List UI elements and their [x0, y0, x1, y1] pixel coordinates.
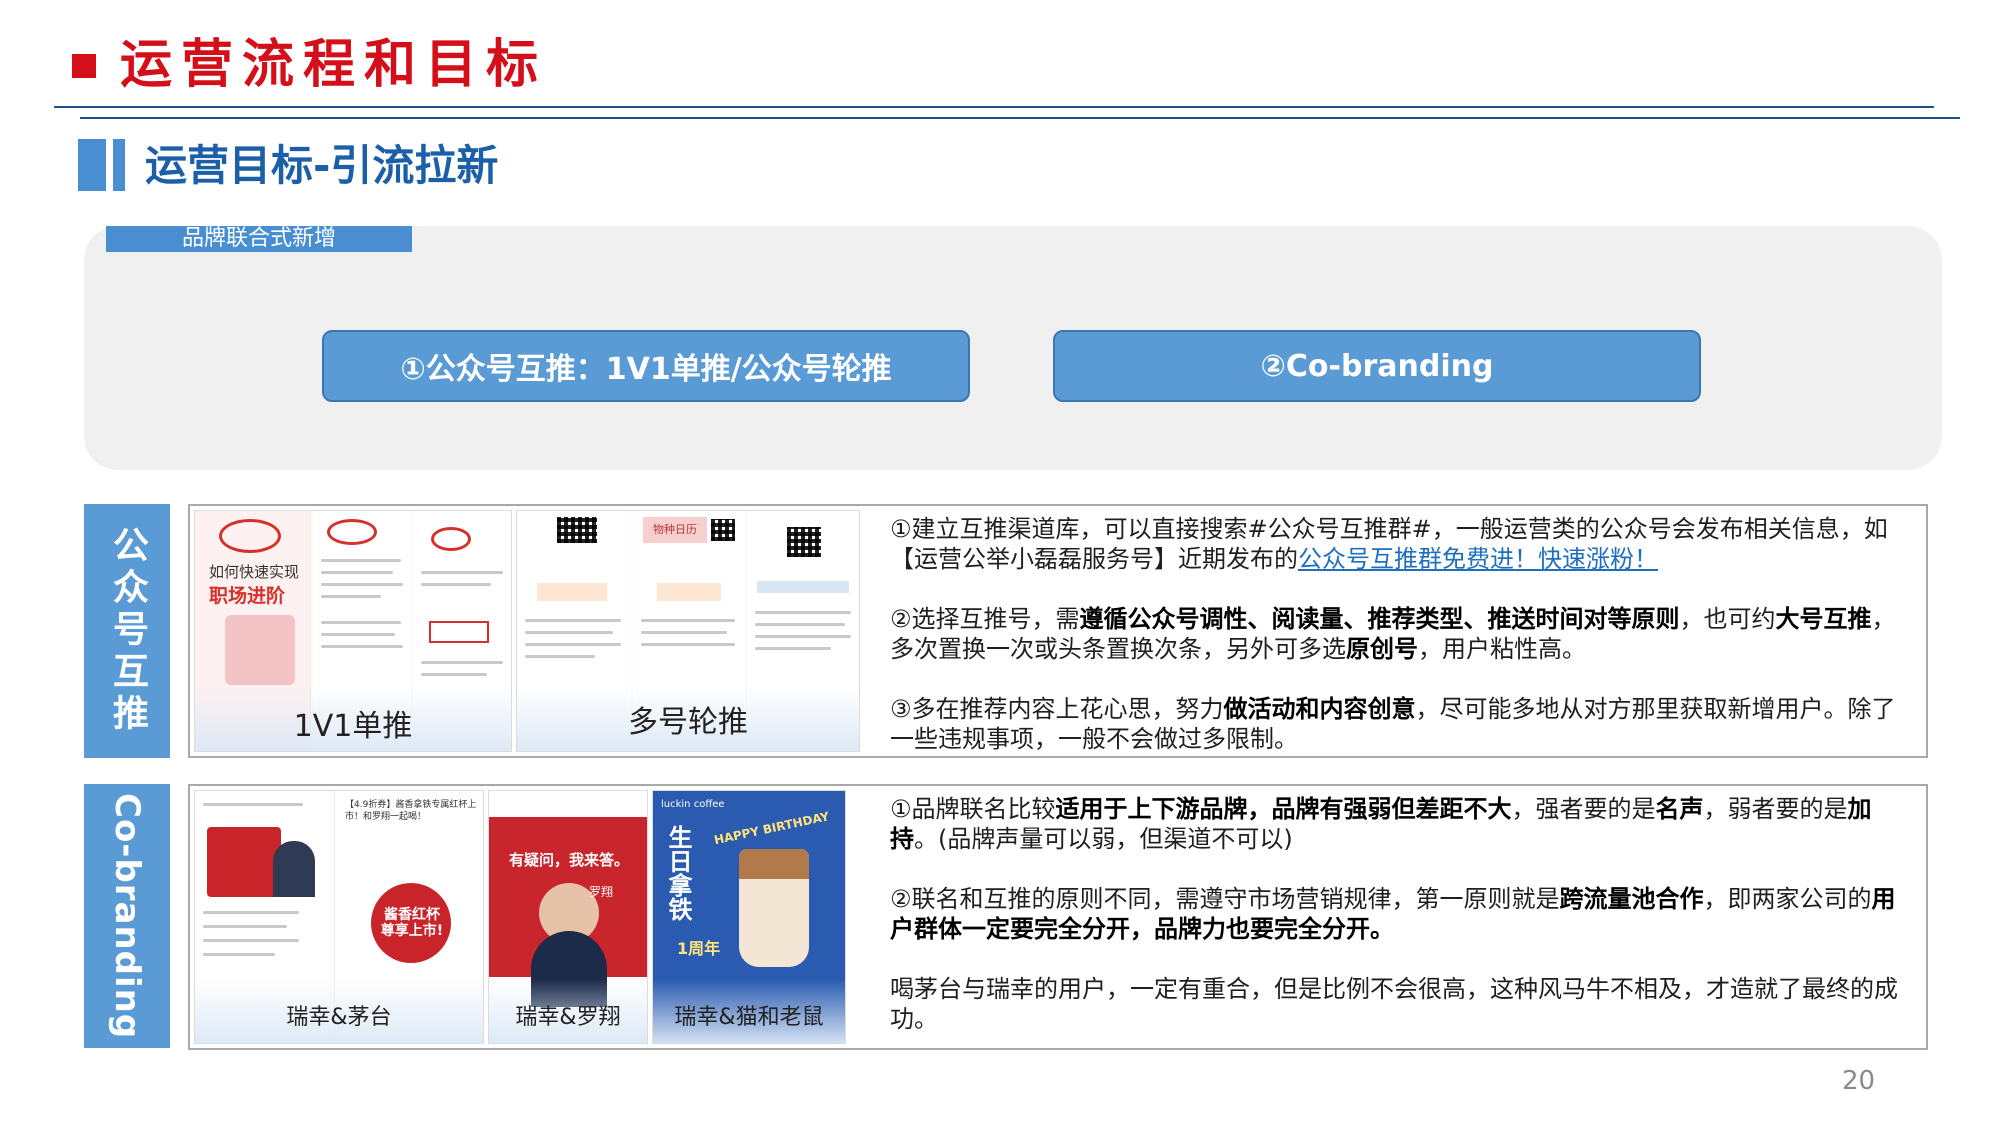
subtitle-marker-bar — [78, 139, 106, 191]
text-line — [203, 953, 275, 956]
promo-slogan: 酱香红杯 尊享上市! — [380, 907, 444, 939]
text-line — [421, 583, 491, 586]
person-name: 罗翔 — [589, 885, 614, 899]
qr-code — [787, 527, 821, 557]
step-3-paragraph: ③多在推荐内容上花心思，努力做活动和内容创意，尽可能多地从对方那里获取新增用户。… — [890, 695, 1896, 753]
step-1-paragraph: ①建立互推渠道库，可以直接搜索#公众号互推群#，一般运营类的公众号会发布相关信息… — [890, 515, 1888, 573]
rule-2-paragraph: ②联名和互推的原则不同，需遵守市场营销规律，第一原则就是跨流量池合作，即两家公司… — [890, 885, 1896, 943]
caption-luckin-tomjerry: 瑞幸&猫和老鼠 — [674, 1005, 824, 1030]
co-branding-content-box: 【4.9折券】酱香拿铁专属红杯上市！和罗翔一起喝！ 酱香红杯 尊享上市! 瑞幸&… — [188, 784, 1928, 1050]
promo-book-image — [225, 615, 295, 685]
text-line — [641, 643, 735, 646]
text-line — [755, 623, 845, 626]
text-line — [641, 619, 735, 622]
text-line — [755, 611, 851, 614]
section-label-co-branding: Co-branding — [84, 784, 170, 1048]
text-line — [421, 571, 503, 574]
screenshot-luckin-luoxiang: 有疑问，我来答。 罗翔 瑞幸&罗翔 — [488, 790, 648, 1044]
text-line — [321, 633, 395, 636]
caption-luckin-moutai: 瑞幸&茅台 — [286, 1005, 392, 1030]
page-number: 20 — [1842, 1066, 1876, 1096]
post-title: 物种日历 — [643, 517, 707, 543]
text-line — [755, 647, 831, 650]
text-line — [203, 803, 303, 806]
title-bullet-square — [72, 54, 96, 78]
page-title: 运营流程和目标 — [120, 35, 548, 95]
text-line — [755, 635, 851, 638]
coffee-top — [739, 849, 809, 879]
panel-tag: 品牌联合式新增 — [106, 226, 412, 252]
post-banner — [757, 581, 849, 593]
promo-text-line1: 如何快速实现 — [209, 563, 300, 581]
subtitle-marker-bar-thin — [113, 139, 125, 191]
person-photo — [273, 841, 315, 897]
section-subtitle: 运营目标-引流拉新 — [145, 141, 499, 190]
text-line — [321, 571, 393, 574]
text-line — [525, 643, 621, 646]
mutual-push-content-box: 如何快速实现 职场进阶 1V1单推 物种日历 多号轮推 ①建立互推渠道库，可以直… — [188, 504, 1928, 758]
text-line — [525, 655, 595, 658]
mutual-push-group-link[interactable]: 公众号互推群免费进！快速涨粉！ — [1298, 545, 1658, 573]
caption-1v1: 1V1单推 — [293, 709, 413, 744]
post-banner — [537, 583, 607, 601]
text-line — [321, 583, 403, 586]
text-line — [525, 619, 621, 622]
highlight-circle — [327, 519, 377, 545]
mutual-push-description: ①建立互推渠道库，可以直接搜索#公众号互推群#，一般运营类的公众号会发布相关信息… — [890, 514, 1914, 784]
highlight-circle — [219, 519, 281, 553]
caption-multi: 多号轮推 — [628, 705, 748, 740]
qr-code — [711, 519, 735, 541]
qr-code — [557, 517, 597, 543]
rule-3-paragraph: 喝茅台与瑞幸的用户，一定有重合，但是比例不会很高，这种风马牛不相及，才造就了最终… — [890, 975, 1898, 1033]
screenshot-multi-push: 物种日历 多号轮推 — [516, 510, 860, 752]
text-line — [321, 621, 401, 624]
poster-ribbon: HAPPY BIRTHDAY — [712, 809, 831, 848]
text-line — [641, 631, 727, 634]
text-line — [321, 645, 403, 648]
section-label-mutual-push: 公众号互推 — [84, 504, 170, 758]
step-2-paragraph: ②选择互推号，需遵循公众号调性、阅读量、推荐类型、推送时间对等原则，也可约大号互… — [890, 605, 1896, 663]
text-line — [525, 631, 613, 634]
text-line — [321, 559, 401, 562]
co-branding-description: ①品牌联名比较适用于上下游品牌，品牌有强弱但差距不大，强者要的是名声，弱者要的是… — [890, 794, 1914, 1064]
header-rule-bottom — [80, 117, 1960, 119]
text-line — [203, 939, 299, 942]
text-line — [203, 911, 299, 914]
screenshot-luckin-moutai: 【4.9折券】酱香拿铁专属红杯上市！和罗翔一起喝！ 酱香红杯 尊享上市! 瑞幸&… — [194, 790, 484, 1044]
highlight-box — [429, 621, 489, 643]
screenshot-luckin-tomjerry: luckin coffee 生日拿铁 HAPPY BIRTHDAY 1周年 瑞幸… — [652, 790, 846, 1044]
rule-1-paragraph: ①品牌联名比较适用于上下游品牌，品牌有强弱但差距不大，强者要的是名声，弱者要的是… — [890, 795, 1872, 853]
text-line — [321, 595, 381, 598]
text-line — [421, 661, 503, 664]
poster-vertical-title: 生日拿铁 — [664, 825, 692, 921]
brand-logo-text: luckin coffee — [661, 799, 725, 810]
highlight-circle — [431, 527, 471, 551]
co-branding-button[interactable]: ②Co-branding — [1053, 330, 1701, 402]
text-line — [421, 673, 487, 676]
promo-red-cup-image — [207, 827, 281, 897]
text-line — [203, 925, 287, 928]
anniversary-badge: 1周年 — [677, 939, 721, 958]
poster-banner: 有疑问，我来答。 — [508, 851, 629, 869]
mutual-push-button[interactable]: ①公众号互推：1V1单推/公众号轮推 — [322, 330, 970, 402]
header-rule-top — [54, 106, 1934, 108]
caption-luckin-luoxiang: 瑞幸&罗翔 — [515, 1005, 621, 1030]
screenshot-1v1-push: 如何快速实现 职场进阶 1V1单推 — [194, 510, 512, 752]
post-banner — [657, 583, 721, 601]
article-headline: 【4.9折券】酱香拿铁专属红杯上市！和罗翔一起喝！ — [345, 800, 477, 822]
promo-text-line2: 职场进阶 — [209, 585, 286, 607]
